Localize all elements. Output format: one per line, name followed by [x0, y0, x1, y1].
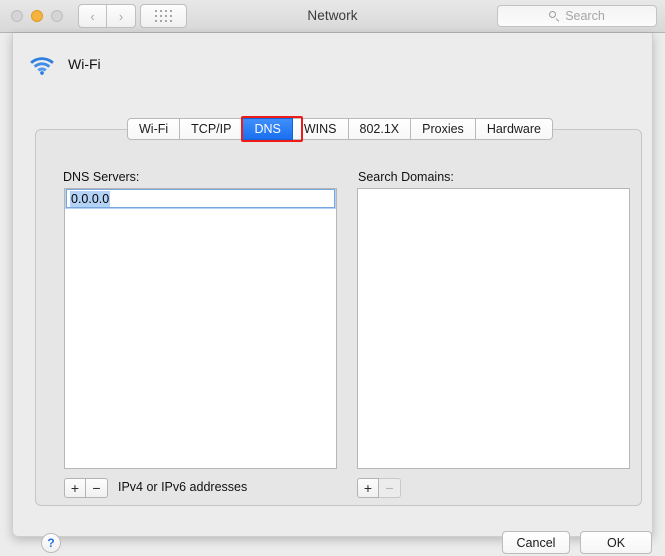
cancel-button[interactable]: Cancel	[502, 531, 570, 554]
tab-tcpip[interactable]: TCP/IP	[180, 118, 244, 140]
plus-icon: +	[70, 480, 80, 496]
cancel-button-label: Cancel	[516, 535, 556, 550]
tab-hardware[interactable]: Hardware	[475, 118, 553, 140]
dns-server-row[interactable]: 0.0.0.0	[65, 189, 336, 209]
minus-icon: −	[385, 480, 394, 496]
dns-server-value: 0.0.0.0	[70, 190, 111, 207]
remove-dns-server-button[interactable]: −	[86, 478, 108, 498]
search-domains-label: Search Domains:	[358, 170, 454, 184]
dns-settings-sheet: Wi-Fi Wi-Fi TCP/IP DNS WINS 802.1X Proxi…	[12, 33, 653, 554]
tab-8021x[interactable]: 802.1X	[348, 118, 412, 140]
search-domains-stepper: + −	[357, 478, 401, 498]
dns-servers-stepper: + −	[64, 478, 108, 498]
dns-servers-label: DNS Servers:	[63, 170, 140, 184]
tab-label: TCP/IP	[191, 122, 232, 136]
question-mark-icon: ?	[47, 536, 55, 550]
dns-servers-list[interactable]: 0.0.0.0	[64, 188, 337, 469]
tab-proxies[interactable]: Proxies	[411, 118, 476, 140]
service-name: Wi-Fi	[68, 56, 101, 72]
dns-servers-hint: IPv4 or IPv6 addresses	[118, 480, 248, 494]
search-field[interactable]: Search	[497, 5, 657, 27]
search-domains-list[interactable]	[357, 188, 630, 469]
add-search-domain-button[interactable]: +	[357, 478, 379, 498]
tab-label: Hardware	[486, 122, 541, 136]
settings-tabbar: Wi-Fi TCP/IP DNS WINS 802.1X Proxies Har…	[127, 118, 553, 140]
search-placeholder: Search	[565, 9, 605, 23]
tab-wins[interactable]: WINS	[292, 118, 349, 140]
service-header: Wi-Fi	[27, 53, 101, 75]
tab-label: Wi-Fi	[139, 122, 169, 136]
tab-label: 802.1X	[359, 122, 400, 136]
plus-icon: +	[363, 480, 373, 496]
help-button[interactable]: ?	[41, 533, 61, 553]
add-dns-server-button[interactable]: +	[64, 478, 86, 498]
search-icon	[549, 10, 560, 22]
ok-button-label: OK	[606, 535, 626, 550]
dns-server-edit-field[interactable]: 0.0.0.0	[66, 189, 335, 208]
ok-button[interactable]: OK	[580, 531, 652, 554]
tab-label: WINS	[303, 122, 337, 136]
tab-label: DNS	[254, 122, 281, 136]
remove-search-domain-button: −	[379, 478, 401, 498]
tab-label: Proxies	[422, 122, 464, 136]
wifi-icon	[27, 53, 57, 75]
tab-wifi[interactable]: Wi-Fi	[127, 118, 181, 140]
minus-icon: −	[92, 480, 101, 496]
tab-dns[interactable]: DNS	[243, 118, 293, 140]
window-titlebar: ‹ › Network Search	[0, 0, 665, 33]
network-preferences-window: ‹ › Network Search Wi-Fi Wi-Fi TCP/IP DN…	[0, 0, 665, 556]
